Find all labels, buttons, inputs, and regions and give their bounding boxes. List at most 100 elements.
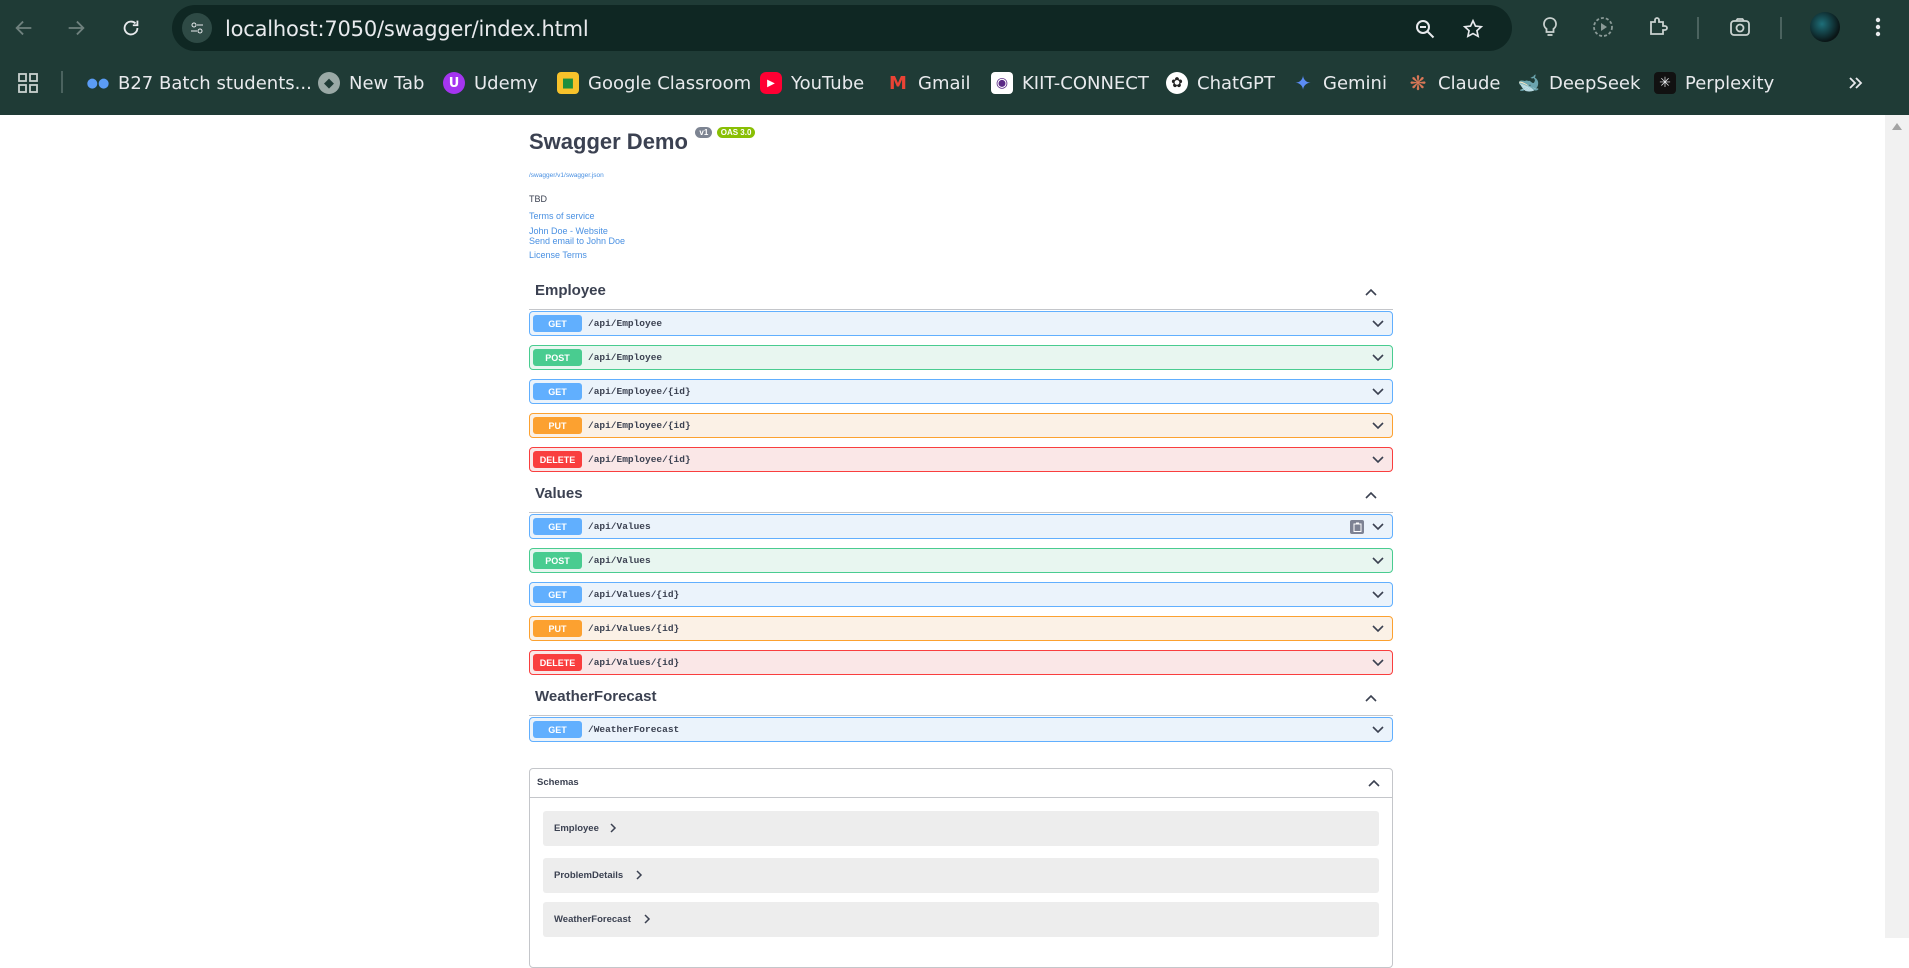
api-info: Swagger Demo v1 OAS 3.0 /swagger/v1/swag… <box>529 127 1399 260</box>
address-bar[interactable]: localhost:7050/swagger/index.html <box>172 5 1512 51</box>
operation-put-values-id[interactable]: PUT /api/Values/{id} <box>529 616 1393 641</box>
chevron-down-icon[interactable] <box>1372 456 1384 464</box>
media-control-button[interactable] <box>1588 12 1618 42</box>
method-badge: PUT <box>533 620 582 637</box>
operation-post-employee[interactable]: POST /api/Employee <box>529 345 1393 370</box>
arrow-right-icon <box>68 20 85 36</box>
page-scrollbar[interactable] <box>1885 115 1909 938</box>
contact-email-link[interactable]: Send email to John Doe <box>529 236 625 246</box>
chevron-down-icon[interactable] <box>1372 354 1384 362</box>
chevron-down-icon[interactable] <box>1372 625 1384 633</box>
oas-badge: OAS 3.0 <box>716 127 756 138</box>
model-problemdetails[interactable]: ProblemDetails <box>543 858 1379 893</box>
bookmark-youtube[interactable]: ▶ YouTube <box>760 68 864 98</box>
tag-employee-header[interactable]: Employee <box>529 276 1393 310</box>
version-badge: v1 <box>695 127 713 138</box>
method-badge: GET <box>533 383 582 400</box>
method-badge: GET <box>533 586 582 603</box>
arrow-left-icon <box>15 20 32 36</box>
bookmark-chatgpt[interactable]: ✿ ChatGPT <box>1166 68 1275 98</box>
chevron-down-icon[interactable] <box>1372 591 1384 599</box>
tag-weatherforecast-header[interactable]: WeatherForecast <box>529 682 1393 716</box>
youtube-icon: ▶ <box>760 72 782 94</box>
contact-website-link[interactable]: John Doe - Website <box>529 226 608 236</box>
scroll-up-arrow-icon[interactable] <box>1892 123 1902 130</box>
operation-get-values[interactable]: GET /api/Values <box>529 514 1393 539</box>
chevron-down-icon[interactable] <box>1372 557 1384 565</box>
reload-button[interactable] <box>115 12 147 44</box>
clipboard-icon <box>1353 522 1361 532</box>
tag-title: Values <box>535 485 583 502</box>
chatgpt-icon: ✿ <box>1166 72 1188 94</box>
apps-button[interactable] <box>16 68 40 98</box>
api-description: TBD <box>529 194 547 204</box>
puzzle-icon <box>1650 17 1668 35</box>
forward-button[interactable] <box>60 12 92 44</box>
operation-get-weatherforecast[interactable]: GET /WeatherForecast <box>529 717 1393 742</box>
bookmark-gmail[interactable]: M Gmail <box>887 68 970 98</box>
bookmark-gemini[interactable]: ✦ Gemini <box>1292 68 1387 98</box>
tag-title: WeatherForecast <box>535 688 657 705</box>
model-name: Employee <box>554 823 599 834</box>
back-button[interactable] <box>8 12 40 44</box>
copy-path-button[interactable] <box>1350 520 1364 534</box>
chevron-down-icon[interactable] <box>1372 726 1384 734</box>
chevron-up-icon <box>1368 779 1380 787</box>
bookmark-b27[interactable]: ●● B27 Batch students... <box>87 68 312 98</box>
operation-delete-employee-id[interactable]: DELETE /api/Employee/{id} <box>529 447 1393 472</box>
bookmark-star-button[interactable] <box>1460 16 1486 42</box>
site-info-button[interactable] <box>182 13 212 43</box>
menu-button[interactable] <box>1863 12 1893 42</box>
operation-get-values-id[interactable]: GET /api/Values/{id} <box>529 582 1393 607</box>
media-icon <box>1593 17 1613 37</box>
operation-path: /api/Values <box>588 521 651 532</box>
bookmark-label: B27 Batch students... <box>118 72 312 94</box>
gemini-icon: ✦ <box>1294 71 1312 95</box>
bookmark-udemy[interactable]: U Udemy <box>443 68 538 98</box>
extension-bulb-button[interactable] <box>1535 12 1565 42</box>
model-employee[interactable]: Employee <box>543 811 1379 846</box>
camera-search-icon <box>1730 18 1750 36</box>
reload-icon <box>123 20 139 36</box>
gmail-icon: M <box>889 72 907 94</box>
operation-get-employee-id[interactable]: GET /api/Employee/{id} <box>529 379 1393 404</box>
terms-link[interactable]: Terms of service <box>529 211 595 221</box>
bookmark-label: Perplexity <box>1685 72 1775 94</box>
lens-button[interactable] <box>1725 12 1755 42</box>
bookmark-kiit-connect[interactable]: ◉ KIIT-CONNECT <box>991 68 1149 98</box>
operation-put-employee-id[interactable]: PUT /api/Employee/{id} <box>529 413 1393 438</box>
schemas-header[interactable]: Schemas <box>530 769 1392 798</box>
operation-post-values[interactable]: POST /api/Values <box>529 548 1393 573</box>
model-weatherforecast[interactable]: WeatherForecast <box>543 902 1379 937</box>
bookmark-new-tab[interactable]: ◆ New Tab <box>318 68 424 98</box>
more-bookmarks-button[interactable] <box>1846 68 1864 98</box>
bookmark-deepseek[interactable]: 🐋 DeepSeek <box>1518 68 1641 98</box>
bookmark-google-classroom[interactable]: ■ Google Classroom <box>557 68 751 98</box>
model-name: WeatherForecast <box>554 914 631 925</box>
bookmark-perplexity[interactable]: ✳ Perplexity <box>1654 68 1774 98</box>
chevron-down-icon[interactable] <box>1372 659 1384 667</box>
schemas-section: Schemas Employee ProblemDetails WeatherF… <box>529 768 1393 968</box>
chevron-down-icon[interactable] <box>1372 320 1384 328</box>
license-link[interactable]: License Terms <box>529 250 587 260</box>
chevron-down-icon[interactable] <box>1372 388 1384 396</box>
chevron-down-icon[interactable] <box>1372 523 1384 531</box>
operation-get-employee[interactable]: GET /api/Employee <box>529 311 1393 336</box>
chevron-down-icon[interactable] <box>1372 422 1384 430</box>
extensions-button[interactable] <box>1643 12 1673 42</box>
zoom-button[interactable] <box>1412 16 1438 42</box>
bookmark-claude[interactable]: ❋ Claude <box>1407 68 1501 98</box>
chevron-double-right-icon <box>1849 77 1863 89</box>
api-title: Swagger Demo <box>529 129 688 154</box>
browser-chrome: localhost:7050/swagger/index.html ●● B27… <box>0 0 1909 115</box>
operation-path: /api/Employee <box>588 318 663 329</box>
method-badge: GET <box>533 518 582 535</box>
claude-icon: ❋ <box>1409 71 1427 95</box>
operation-delete-values-id[interactable]: DELETE /api/Values/{id} <box>529 650 1393 675</box>
url-text[interactable]: localhost:7050/swagger/index.html <box>225 17 589 41</box>
spec-url-link[interactable]: /swagger/v1/swagger.json <box>529 172 604 179</box>
operation-path: /api/Values/{id} <box>588 623 680 634</box>
tag-values-header[interactable]: Values <box>529 479 1393 513</box>
bookmark-label: ChatGPT <box>1197 72 1275 94</box>
profile-avatar[interactable] <box>1810 12 1840 42</box>
